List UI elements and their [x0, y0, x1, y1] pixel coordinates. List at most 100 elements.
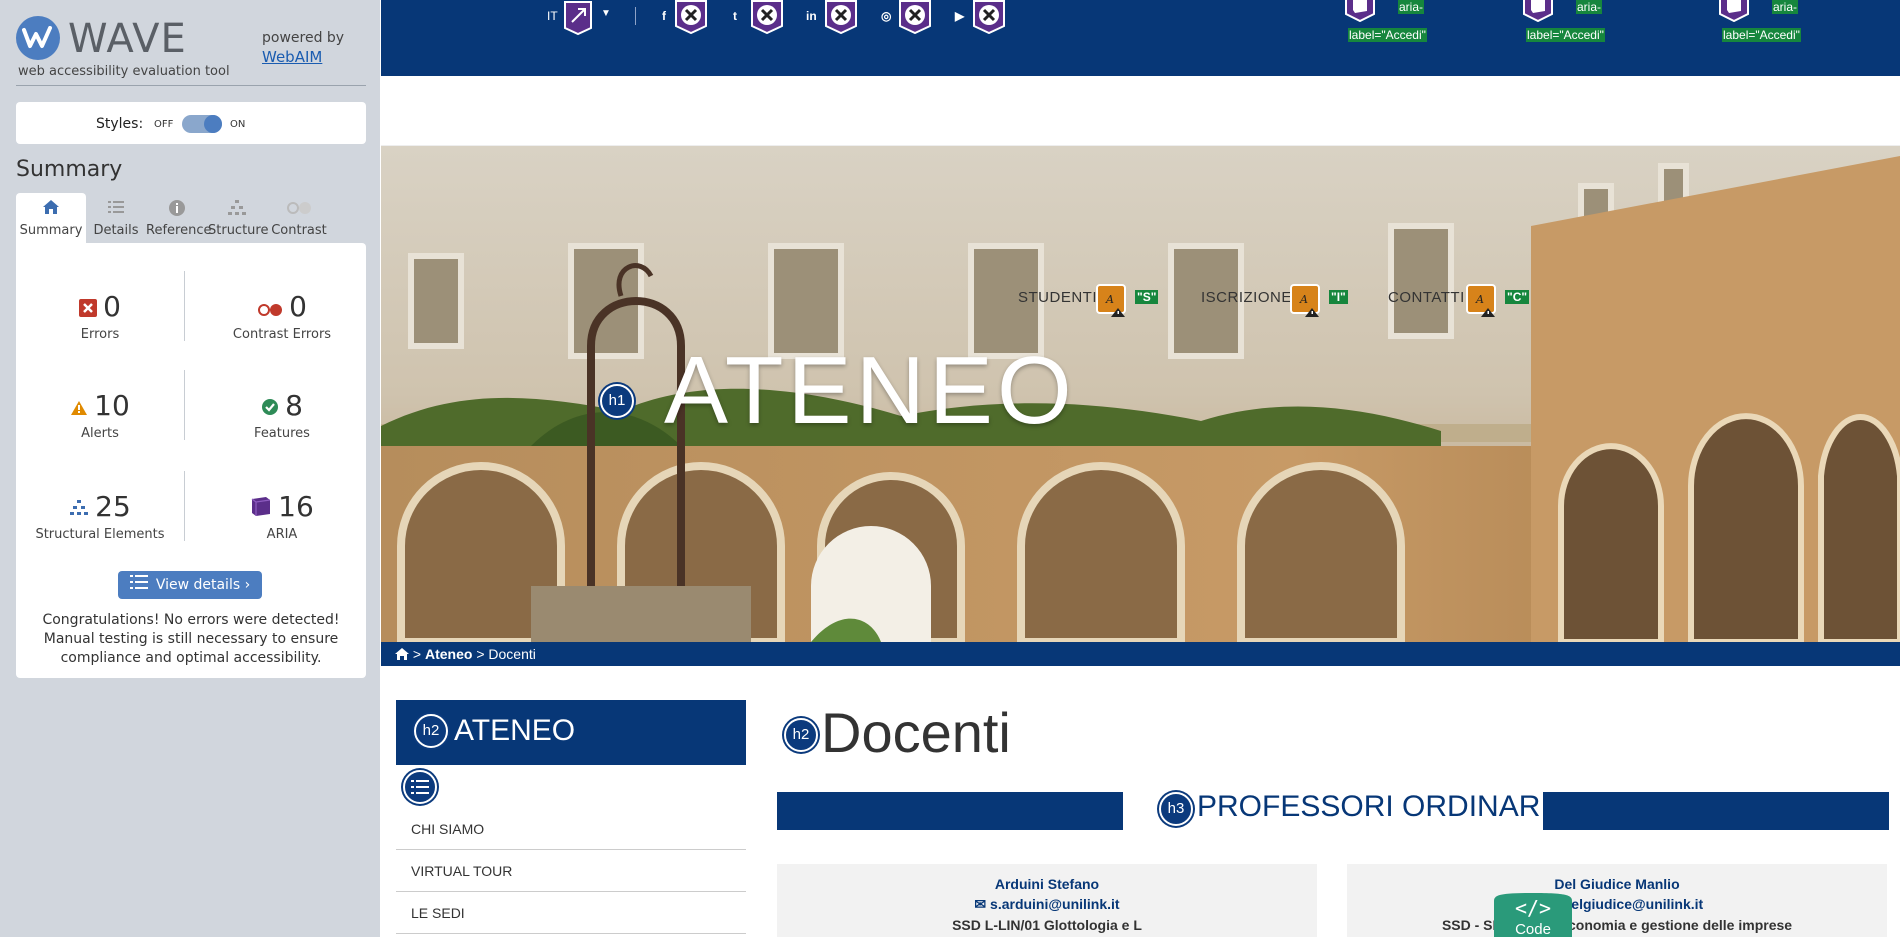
structural-label: Structural Elements — [35, 527, 165, 542]
wave-logo-text: WAVE — [68, 16, 187, 62]
features-count: 8 — [285, 389, 303, 422]
instagram-icon[interactable]: ◎ — [881, 9, 891, 23]
tab-summary[interactable]: Summary — [16, 193, 86, 243]
breadcrumb-separator: > — [476, 646, 485, 662]
linkedin-icon[interactable]: in — [806, 9, 817, 23]
breadcrumb-ateneo[interactable]: Ateneo — [425, 646, 472, 662]
professor-email-text: s.arduini@unilink.it — [990, 896, 1120, 912]
site-header-bar — [381, 76, 1900, 146]
view-details-button[interactable]: View details › — [118, 571, 262, 599]
aria-label-tag: aria- — [1772, 0, 1799, 14]
structural-stat[interactable]: 25 Structural Elements — [20, 489, 180, 542]
sidebar-item-chi-siamo[interactable]: CHI SIAMO — [396, 808, 746, 850]
empty-link-icon — [751, 0, 783, 34]
accesskey-alert-icon: A — [1290, 284, 1320, 317]
aria-stat[interactable]: 16 ARIA — [202, 489, 362, 542]
breadcrumb-current: Docenti — [488, 646, 536, 662]
professor-ssd: SSD - SECS-P/08 Economia e gestione dell… — [1441, 917, 1793, 933]
info-icon — [146, 199, 208, 221]
wave-logo-icon — [16, 16, 60, 60]
professor-card: Arduini Stefano ✉ s.arduini@unilink.it S… — [777, 864, 1317, 937]
accesskey-alert-icon: A — [1096, 284, 1126, 317]
view-details-label: View details › — [155, 577, 251, 593]
webaim-link[interactable]: WebAIM — [262, 48, 322, 66]
breadcrumb: > Ateneo > Docenti — [381, 642, 1900, 666]
errors-label: Errors — [80, 327, 120, 342]
styles-off-label: OFF — [154, 119, 174, 130]
structural-count: 25 — [95, 490, 131, 523]
styles-toggle-box: Styles: OFF ON — [16, 102, 366, 144]
professor-name: Arduini Stefano — [994, 876, 1100, 892]
wave-tagline: web accessibility evaluation tool — [18, 64, 230, 79]
empty-link-icon — [973, 0, 1005, 34]
h2-badge-icon: h2 — [414, 714, 448, 748]
aria-badge-icon — [1719, 0, 1749, 22]
section-divider-right — [1543, 792, 1889, 830]
language-selector[interactable]: IT — [547, 9, 558, 23]
contrast-errors-count: 0 — [289, 290, 307, 323]
nav-contatti[interactable]: CONTATTI — [1388, 289, 1465, 306]
contrast-error-icon — [257, 290, 283, 326]
sidebar-heading: h2 ATENEO — [396, 700, 746, 765]
tab-structure[interactable]: Structure — [208, 193, 269, 243]
sidebar-item-virtual-tour[interactable]: VIRTUAL TOUR — [396, 850, 746, 892]
stat-separator — [184, 370, 185, 440]
facebook-icon[interactable]: f — [662, 9, 666, 23]
wave-tabs: Summary Details Reference Structure Cont… — [16, 193, 366, 243]
errors-stat[interactable]: 0 Errors — [20, 289, 180, 342]
styles-on-label: ON — [230, 119, 246, 130]
nav-iscrizione[interactable]: ISCRIZIONE — [1201, 289, 1292, 306]
code-toggle-button[interactable]: </> Code — [1488, 893, 1578, 937]
professor-card: Del Giudice Manlio ✉ m.delgiudice@unilin… — [1347, 864, 1887, 937]
accesskey-tag: "S" — [1135, 290, 1159, 304]
sidebar-item-le-sedi[interactable]: LE SEDI — [396, 892, 746, 934]
congrats-message: Congratulations! No errors were detected… — [42, 612, 340, 666]
youtube-icon[interactable]: ▶ — [955, 9, 964, 23]
styles-toggle-switch[interactable] — [182, 115, 222, 133]
summary-panel: 0 Errors 0 Contrast Errors 10 Alerts 8 F… — [16, 243, 366, 678]
stat-separator — [184, 471, 185, 541]
list-icon — [86, 199, 146, 221]
empty-link-icon — [825, 0, 857, 34]
stat-separator — [184, 271, 185, 341]
tab-reference-label: Reference — [146, 223, 212, 238]
alerts-count: 10 — [94, 389, 130, 422]
website-content: IT ▼ f t in ◎ ▶ aria- label="Accedi" ari… — [381, 0, 1900, 937]
contrast-errors-stat[interactable]: 0 Contrast Errors — [202, 289, 362, 342]
hero-title: ATENEO — [664, 337, 1076, 444]
styles-label: Styles: — [96, 116, 144, 132]
professor-email[interactable]: ✉ s.arduini@unilink.it — [777, 896, 1317, 913]
professor-email[interactable]: ✉ m.delgiudice@unilink.it — [1347, 896, 1887, 913]
tab-contrast-label: Contrast — [271, 223, 327, 238]
powered-by-label: powered by — [262, 30, 345, 46]
home-icon[interactable] — [395, 643, 409, 667]
professor-ssd: SSD L-LIN/01 Glottologia e L — [952, 917, 1142, 933]
aria-label-tag: label="Accedi" — [1348, 28, 1427, 42]
nav-studenti[interactable]: STUDENTI — [1018, 289, 1097, 306]
twitter-icon[interactable]: t — [733, 9, 737, 23]
alerts-stat[interactable]: 10 Alerts — [20, 388, 180, 441]
sidebar-heading-text: ATENEO — [454, 714, 576, 747]
page-title: Docenti — [821, 701, 1011, 764]
structure-element-icon — [69, 490, 89, 526]
summary-heading: Summary — [16, 157, 123, 182]
tab-structure-label: Structure — [208, 223, 269, 238]
features-stat[interactable]: 8 Features — [202, 388, 362, 441]
professor-name: Del Giudice Manlio — [1554, 876, 1680, 892]
tab-contrast[interactable]: Contrast — [266, 193, 332, 243]
link-anomaly-icon — [564, 1, 592, 36]
tab-reference[interactable]: Reference — [146, 193, 212, 243]
svg-text:A: A — [1475, 293, 1484, 306]
aria-badge-icon — [1523, 0, 1553, 22]
aria-label-tag: aria- — [1398, 0, 1425, 14]
empty-link-icon — [675, 0, 707, 34]
svg-text:A: A — [1299, 293, 1308, 306]
chevron-down-icon[interactable]: ▼ — [601, 8, 611, 19]
alerts-label: Alerts — [81, 426, 119, 441]
aria-label-tag: label="Accedi" — [1526, 28, 1605, 42]
section-divider-left — [777, 792, 1123, 830]
svg-text:</>: </> — [1515, 896, 1551, 920]
aria-label-tag: aria- — [1576, 0, 1603, 14]
tab-details[interactable]: Details — [86, 193, 146, 243]
accesskey-tag: "I" — [1329, 290, 1348, 304]
